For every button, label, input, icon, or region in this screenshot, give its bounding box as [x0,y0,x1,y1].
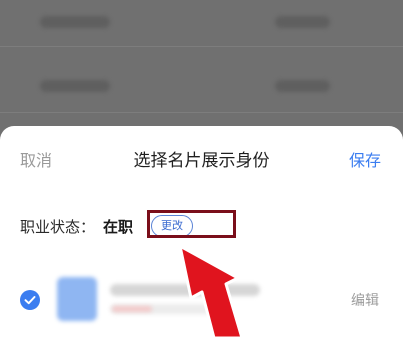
save-button[interactable]: 保存 [349,147,381,171]
background-divider [0,46,403,47]
card-thumbnail [57,277,97,321]
card-blurred-tag [112,306,152,312]
sheet-title: 选择名片展示身份 [133,151,270,171]
employment-status-label: 职业状态： [20,218,96,236]
screen: 取消 选择名片展示身份 保存 职业状态： 在职 更改 编辑 [0,0,403,338]
check-circle-icon[interactable] [20,290,40,310]
change-status-button[interactable]: 更改 [151,215,193,237]
background-page [0,0,403,140]
card-blurred-name [110,284,260,296]
background-blurred-text [40,16,110,28]
background-divider [0,112,403,113]
identity-picker-sheet: 取消 选择名片展示身份 保存 职业状态： 在职 更改 编辑 [0,126,403,338]
background-blurred-text [275,16,330,28]
background-blurred-text [40,80,110,92]
edit-card-button[interactable]: 编辑 [351,290,379,310]
background-blurred-text [275,80,330,92]
employment-status-value: 在职 [103,218,134,236]
